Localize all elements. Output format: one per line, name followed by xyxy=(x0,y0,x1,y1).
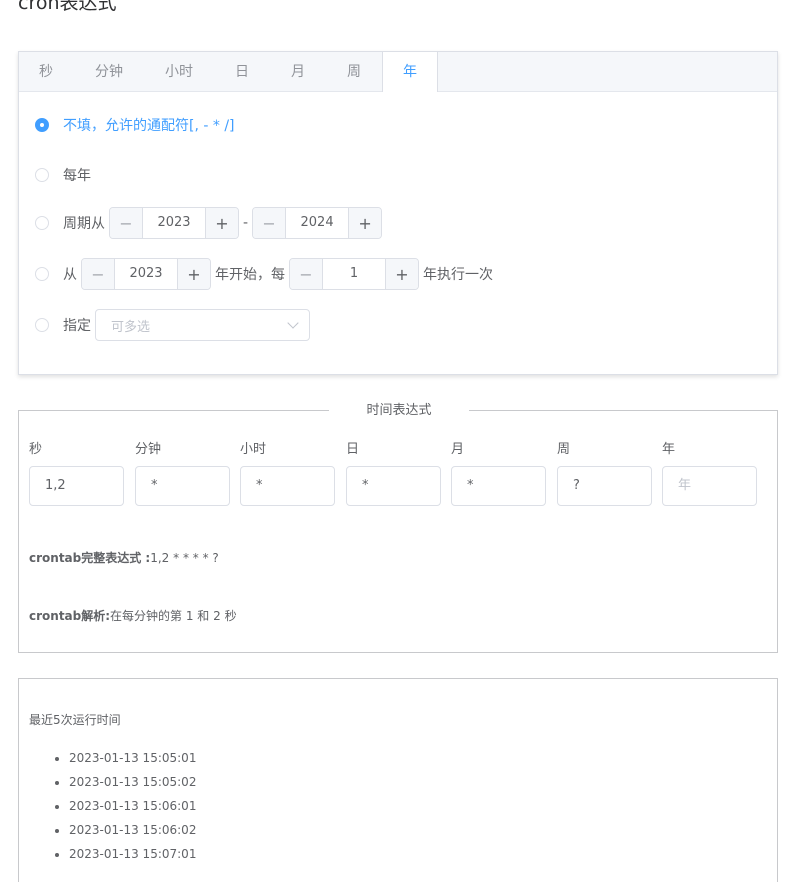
period-start-value[interactable]: 2023 xyxy=(143,208,205,238)
option-every-year-label: 每年 xyxy=(63,168,91,184)
radio-specify[interactable] xyxy=(35,318,49,332)
year-input[interactable]: 年 xyxy=(662,466,757,506)
expression-legend: 时间表达式 xyxy=(329,402,469,420)
option-from-every[interactable]: 从 − 2023 + 年开始，每 − 1 + 年执行一次 xyxy=(35,258,493,290)
plus-icon[interactable]: + xyxy=(348,208,382,238)
option-unfilled[interactable]: 不填，允许的通配符[, - * /] xyxy=(35,115,235,135)
parse-expression-value: 在每分钟的第 1 和 2 秒 xyxy=(110,609,237,623)
minus-icon[interactable]: − xyxy=(290,259,323,289)
list-item: 2023-01-13 15:05:02 xyxy=(69,770,196,794)
chevron-down-icon xyxy=(287,317,299,329)
tab-week[interactable]: 周 xyxy=(326,52,382,92)
parse-expression: crontab解析:在每分钟的第 1 和 2 秒 xyxy=(29,607,237,624)
from-start-stepper[interactable]: − 2023 + xyxy=(81,258,211,290)
tab-year[interactable]: 年 xyxy=(382,52,438,92)
full-expression-label: crontab完整表达式 : xyxy=(29,551,151,565)
option-specify-label: 指定 xyxy=(63,318,91,334)
plus-icon[interactable]: + xyxy=(205,208,238,238)
option-from-label: 从 xyxy=(63,267,77,283)
full-expression-value: 1,2 * * * * ? xyxy=(150,551,219,565)
col-label-day: 日 xyxy=(346,442,360,457)
period-end-value[interactable]: 2024 xyxy=(286,208,348,238)
year-start-every-label: 年开始，每 xyxy=(215,267,285,283)
runtime-title: 最近5次运行时间 xyxy=(29,713,121,727)
page-title: cron表达式 xyxy=(18,0,117,14)
from-start-value[interactable]: 2023 xyxy=(115,259,177,289)
tabs-header: 秒 分钟 小时 日 月 周 年 xyxy=(19,52,777,92)
minus-icon[interactable]: − xyxy=(82,259,115,289)
tab-hours[interactable]: 小时 xyxy=(144,52,214,92)
hours-input[interactable]: * xyxy=(240,466,335,506)
list-item: 2023-01-13 15:07:01 xyxy=(69,842,196,866)
col-label-minutes: 分钟 xyxy=(135,442,162,457)
radio-every-year[interactable] xyxy=(35,168,49,182)
option-unfilled-label: 不填，允许的通配符[, - * /] xyxy=(63,118,235,134)
cron-tabs-card: 秒 分钟 小时 日 月 周 年 不填，允许的通配符[, - * /] 每年 周期… xyxy=(18,51,778,375)
year-execute-once-label: 年执行一次 xyxy=(423,267,493,283)
from-interval-stepper[interactable]: − 1 + xyxy=(289,258,419,290)
tab-month[interactable]: 月 xyxy=(270,52,326,92)
from-interval-value[interactable]: 1 xyxy=(323,259,385,289)
expression-fieldset: 时间表达式 秒 分钟 小时 日 月 周 年 1,2 * * * * ? 年 cr… xyxy=(18,402,778,653)
list-item: 2023-01-13 15:05:01 xyxy=(69,746,196,770)
list-item: 2023-01-13 15:06:01 xyxy=(69,794,196,818)
col-label-year: 年 xyxy=(662,442,676,457)
option-period[interactable]: 周期从 − 2023 + - − 2024 + xyxy=(35,207,386,239)
minutes-input[interactable]: * xyxy=(135,466,230,506)
radio-unfilled[interactable] xyxy=(35,118,49,132)
day-input[interactable]: * xyxy=(346,466,441,506)
parse-expression-label: crontab解析: xyxy=(29,609,111,623)
minus-icon[interactable]: − xyxy=(110,208,143,238)
tab-seconds[interactable]: 秒 xyxy=(19,52,74,92)
period-start-stepper[interactable]: − 2023 + xyxy=(109,207,239,239)
option-specify[interactable]: 指定 可多选 xyxy=(35,309,310,341)
col-label-hours: 小时 xyxy=(240,442,267,457)
plus-icon[interactable]: + xyxy=(385,259,418,289)
col-label-week: 周 xyxy=(557,442,571,457)
option-period-label: 周期从 xyxy=(63,216,105,232)
runtime-list: 2023-01-13 15:05:01 2023-01-13 15:05:02 … xyxy=(69,746,196,866)
radio-from-every[interactable] xyxy=(35,267,49,281)
seconds-input[interactable]: 1,2 xyxy=(29,466,124,506)
runtime-box: 最近5次运行时间 2023-01-13 15:05:01 2023-01-13 … xyxy=(18,678,778,882)
radio-period[interactable] xyxy=(35,216,49,230)
specify-select-placeholder: 可多选 xyxy=(111,319,151,335)
minus-icon[interactable]: − xyxy=(253,208,287,238)
month-input[interactable]: * xyxy=(451,466,546,506)
plus-icon[interactable]: + xyxy=(177,259,210,289)
tab-minutes[interactable]: 分钟 xyxy=(74,52,144,92)
tab-day[interactable]: 日 xyxy=(214,52,270,92)
week-input[interactable]: ? xyxy=(557,466,652,506)
list-item: 2023-01-13 15:06:02 xyxy=(69,818,196,842)
specify-select[interactable]: 可多选 xyxy=(95,309,310,341)
full-expression: crontab完整表达式 :1,2 * * * * ? xyxy=(29,549,219,566)
col-label-month: 月 xyxy=(451,442,465,457)
period-end-stepper[interactable]: − 2024 + xyxy=(252,207,383,239)
option-every-year[interactable]: 每年 xyxy=(35,165,91,185)
period-dash: - xyxy=(243,215,249,231)
col-label-seconds: 秒 xyxy=(29,442,43,457)
